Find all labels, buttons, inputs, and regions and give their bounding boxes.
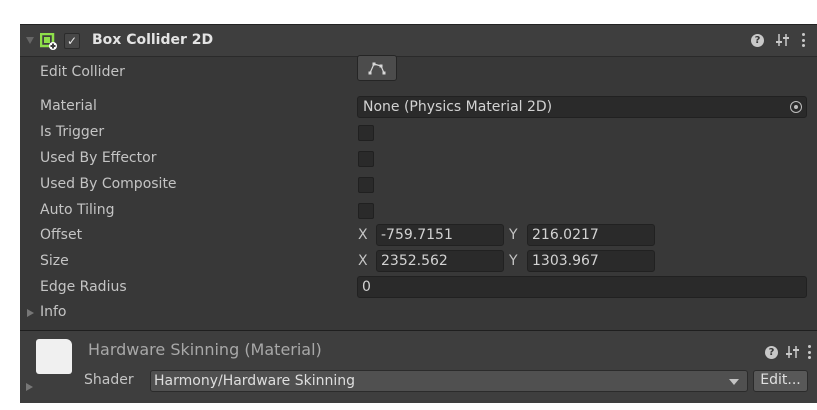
box-collider-2d-icon: [40, 33, 57, 50]
material-section: Hardware Skinning (Material) ? Shader Ha…: [20, 330, 817, 403]
dropdown-arrow-icon: [729, 379, 739, 385]
material-presets-icon[interactable]: [786, 345, 799, 359]
is-trigger-checkbox[interactable]: [358, 125, 374, 141]
material-value: None (Physics Material 2D): [363, 99, 553, 115]
offset-label: Offset: [40, 227, 83, 243]
size-row: Size X 2352.562 Y 1303.967: [20, 250, 817, 274]
material-preview-thumbnail: [36, 339, 72, 374]
offset-y-axis-label[interactable]: Y: [509, 227, 518, 243]
edit-collider-label: Edit Collider: [40, 64, 125, 80]
used-by-composite-checkbox[interactable]: [358, 177, 374, 193]
edge-radius-row: Edge Radius 0: [20, 276, 817, 300]
offset-row: Offset X -759.7151 Y 216.0217: [20, 224, 817, 248]
size-x-field[interactable]: 2352.562: [376, 250, 504, 272]
foldout-arrow-icon[interactable]: [26, 37, 34, 44]
inspector-panel: ✓ Box Collider 2D ? Edit Collider Materi…: [20, 24, 817, 403]
object-picker-icon[interactable]: [790, 101, 802, 113]
presets-icon[interactable]: [776, 33, 789, 47]
info-foldout[interactable]: Info: [20, 301, 817, 325]
help-icon[interactable]: ?: [751, 33, 764, 47]
info-label: Info: [40, 304, 67, 320]
offset-y-field[interactable]: 216.0217: [527, 224, 655, 246]
shader-label: Shader: [84, 372, 134, 388]
used-by-effector-row: Used By Effector: [20, 147, 817, 171]
material-context-menu-icon[interactable]: [807, 345, 811, 359]
auto-tiling-checkbox[interactable]: [358, 203, 374, 219]
edge-radius-label: Edge Radius: [40, 279, 127, 295]
used-by-effector-label: Used By Effector: [40, 150, 157, 166]
header-icons: ?: [751, 33, 805, 47]
material-label: Material: [40, 98, 97, 114]
component-title: Box Collider 2D: [92, 32, 214, 48]
component-header[interactable]: ✓ Box Collider 2D ?: [20, 25, 817, 57]
offset-x-field[interactable]: -759.7151: [376, 224, 504, 246]
size-x-axis-label[interactable]: X: [358, 253, 368, 269]
edit-collider-icon: [368, 62, 386, 75]
size-y-field[interactable]: 1303.967: [527, 250, 655, 272]
material-header-icons: ?: [765, 345, 811, 359]
shader-dropdown[interactable]: Harmony/Hardware Skinning: [150, 370, 748, 392]
offset-x-axis-label[interactable]: X: [358, 227, 368, 243]
auto-tiling-row: Auto Tiling: [20, 199, 817, 223]
material-object-field[interactable]: None (Physics Material 2D): [357, 96, 807, 118]
material-row: Material None (Physics Material 2D): [20, 95, 817, 119]
used-by-composite-row: Used By Composite: [20, 173, 817, 197]
context-menu-icon[interactable]: [801, 33, 805, 47]
component-enabled-checkbox[interactable]: ✓: [64, 33, 80, 49]
material-help-icon[interactable]: ?: [765, 345, 778, 359]
used-by-composite-label: Used By Composite: [40, 176, 177, 192]
edit-collider-row: Edit Collider: [20, 55, 817, 85]
auto-tiling-label: Auto Tiling: [40, 202, 115, 218]
info-foldout-arrow-icon[interactable]: [27, 309, 34, 317]
material-foldout-arrow-icon[interactable]: [26, 383, 33, 391]
edge-radius-field[interactable]: 0: [357, 276, 807, 298]
edit-collider-button[interactable]: [357, 55, 397, 81]
size-label: Size: [40, 253, 69, 269]
material-title: Hardware Skinning (Material): [88, 340, 322, 359]
size-y-axis-label[interactable]: Y: [509, 253, 518, 269]
shader-value: Harmony/Hardware Skinning: [154, 373, 356, 389]
is-trigger-label: Is Trigger: [40, 124, 105, 140]
is-trigger-row: Is Trigger: [20, 121, 817, 145]
used-by-effector-checkbox[interactable]: [358, 151, 374, 167]
edit-shader-button[interactable]: Edit...: [753, 370, 808, 392]
